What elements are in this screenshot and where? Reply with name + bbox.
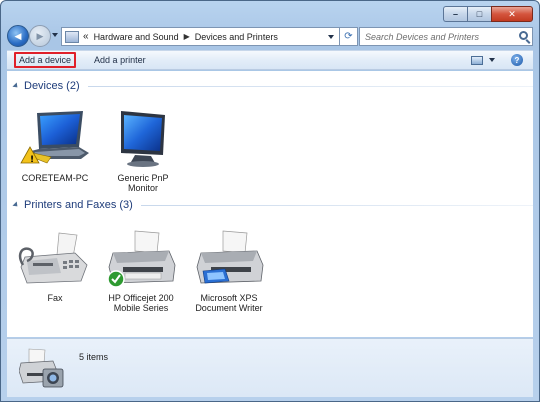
device-coreteam-pc[interactable]: ! CORETEAM-PC: [17, 107, 93, 183]
device-list-pane: Devices (2) ! CORETEAM-PC Generic PnP Mo…: [7, 71, 533, 337]
navigation-bar: ◀ ▶ « Hardware and Sound ▶ Devices and P…: [7, 25, 533, 49]
device-label: Fax: [47, 293, 63, 303]
group-divider: [140, 204, 533, 206]
search-icon[interactable]: [519, 31, 528, 40]
back-button[interactable]: ◀: [7, 25, 29, 47]
printer-icon: [196, 230, 264, 284]
details-pane: 5 items: [7, 338, 533, 397]
view-controls: ?: [471, 54, 523, 66]
item-count: 5 items: [79, 352, 109, 362]
breadcrumb-overflow[interactable]: «: [83, 31, 89, 42]
back-arrow-icon: ◀: [14, 30, 22, 41]
printer-default-icon: [107, 230, 176, 288]
close-button[interactable]: ✕: [491, 6, 533, 22]
refresh-icon: ⟳: [344, 31, 353, 42]
group-title: Devices (2): [24, 80, 80, 92]
monitor-icon: [121, 111, 165, 167]
breadcrumb-chevron-icon[interactable]: ▶: [184, 32, 190, 41]
forward-arrow-icon: ▶: [36, 30, 44, 41]
help-icon[interactable]: ?: [511, 54, 523, 66]
group-divider: [87, 85, 533, 87]
recent-pages-dropdown[interactable]: [52, 33, 58, 37]
refresh-button[interactable]: ⟳: [340, 27, 358, 46]
add-device-button[interactable]: Add a device: [14, 52, 77, 68]
device-microsoft-xps-document-writer[interactable]: Microsoft XPS Document Writer: [191, 227, 267, 313]
control-panel-icon: [65, 30, 79, 43]
group-header-devices[interactable]: Devices (2): [12, 80, 533, 92]
caption-buttons: – □ ✕: [443, 6, 533, 22]
add-printer-button[interactable]: Add a printer: [90, 53, 150, 67]
view-options-dropdown-icon[interactable]: [489, 58, 495, 62]
laptop-warning-icon: !: [20, 111, 89, 165]
minimize-button[interactable]: –: [443, 6, 467, 22]
address-bar[interactable]: « Hardware and Sound ▶ Devices and Print…: [61, 27, 340, 46]
breadcrumb-hardware-and-sound[interactable]: Hardware and Sound: [94, 32, 179, 42]
collapse-arrow-icon[interactable]: [12, 82, 20, 90]
fax-icon: [18, 232, 88, 284]
device-label: Generic PnP Monitor: [117, 173, 169, 193]
maximize-button[interactable]: □: [467, 6, 491, 22]
breadcrumb-devices-and-printers[interactable]: Devices and Printers: [195, 32, 278, 42]
command-bar: Add a device Add a printer ?: [7, 50, 533, 70]
group-title: Printers and Faxes (3): [24, 199, 133, 211]
forward-button[interactable]: ▶: [29, 25, 51, 47]
change-view-icon[interactable]: [471, 55, 483, 65]
address-dropdown-icon[interactable]: [328, 34, 334, 39]
group-header-printers-and-faxes[interactable]: Printers and Faxes (3): [12, 199, 533, 211]
device-label: HP Officejet 200 Mobile Series: [108, 293, 174, 313]
devices-and-printers-window: – □ ✕ ◀ ▶ « Hardware and Sound ▶ Devices…: [0, 0, 540, 402]
search-input[interactable]: [365, 31, 515, 42]
device-label: Microsoft XPS Document Writer: [195, 293, 263, 313]
device-label: CORETEAM-PC: [21, 173, 89, 183]
collapse-arrow-icon[interactable]: [12, 201, 20, 209]
search-box[interactable]: [359, 27, 533, 46]
device-hp-officejet-200[interactable]: HP Officejet 200 Mobile Series: [103, 227, 179, 313]
svg-text:!: !: [30, 155, 34, 165]
devices-and-printers-icon: [18, 347, 67, 393]
device-generic-pnp-monitor[interactable]: Generic PnP Monitor: [105, 107, 181, 193]
device-fax[interactable]: Fax: [17, 227, 93, 303]
